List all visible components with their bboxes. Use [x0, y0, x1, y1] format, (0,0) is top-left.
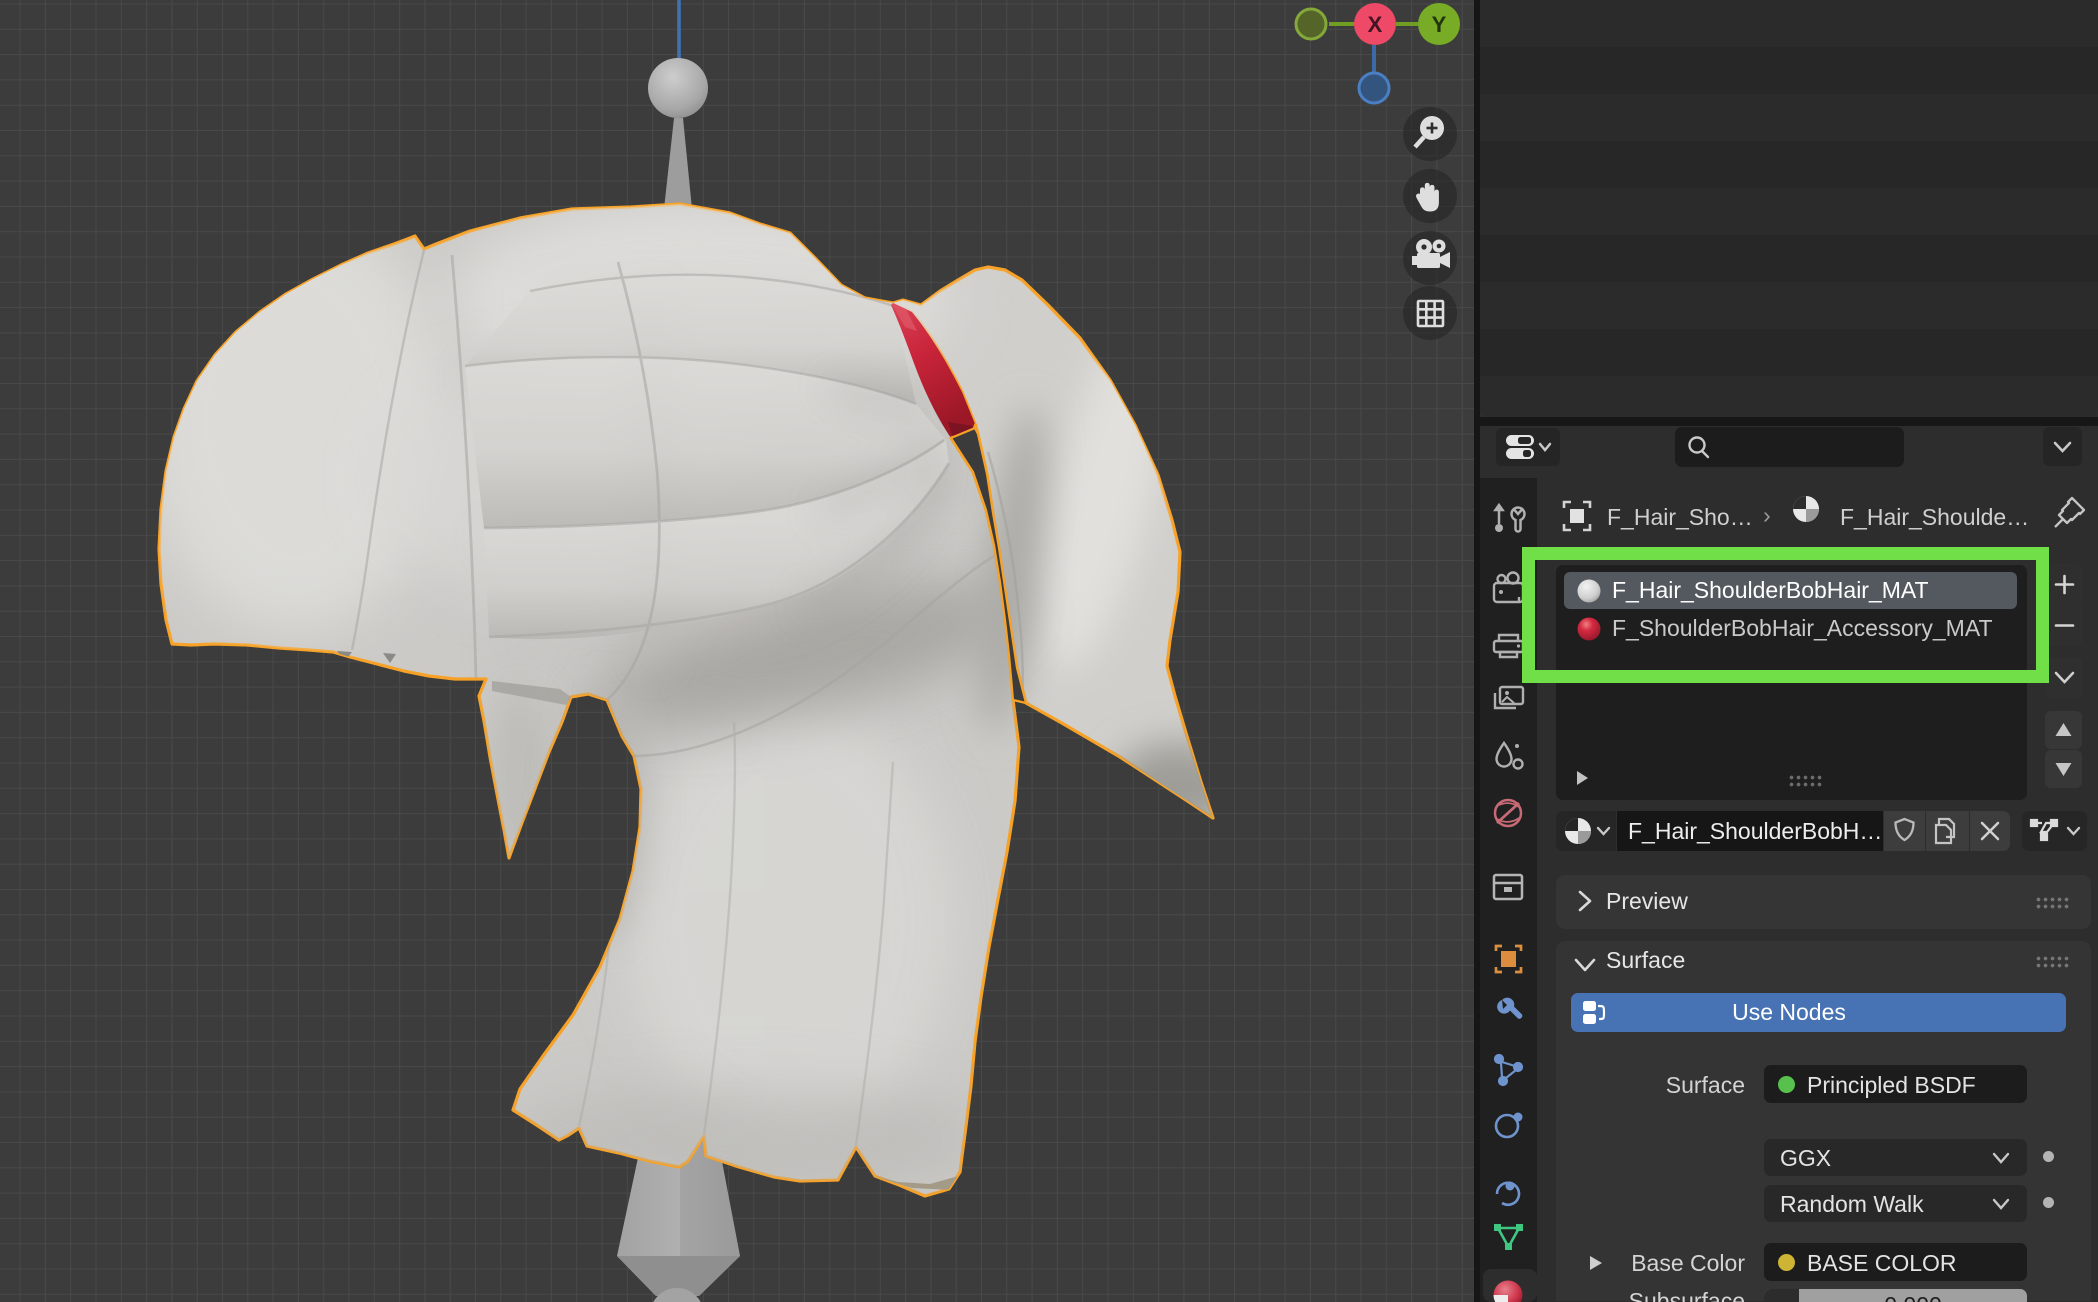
svg-text:X: X	[1368, 12, 1383, 37]
svg-text:Y: Y	[1432, 12, 1447, 37]
